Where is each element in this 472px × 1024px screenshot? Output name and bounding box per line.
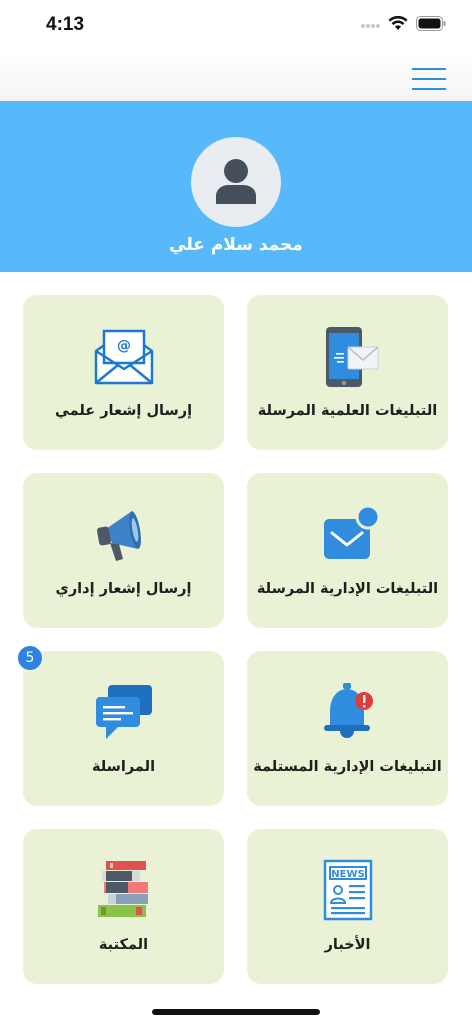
home-indicator	[152, 1009, 320, 1015]
profile-name: محمد سلام علي	[169, 235, 303, 255]
tile-label: التبليغات العلمية المرسلة	[257, 403, 438, 419]
user-icon	[216, 159, 256, 204]
status-bar: 4:13	[0, 0, 472, 54]
status-icons	[360, 16, 446, 31]
tile-received-administrative-notifications[interactable]: التبليغات الإدارية المستلمة	[247, 651, 448, 806]
wifi-icon	[388, 16, 408, 30]
tile-label: الأخبار	[324, 937, 371, 953]
top-bar	[0, 54, 472, 102]
tile-label: التبليغات الإدارية المرسلة	[256, 581, 439, 597]
megaphone-icon	[96, 511, 141, 561]
tile-label: المكتبة	[98, 937, 149, 953]
signal-icon	[361, 23, 380, 28]
newspaper-icon: NEWS	[323, 859, 372, 921]
tile-label: إرسال إشعار إداري	[55, 581, 192, 597]
tile-library[interactable]: المكتبة	[23, 829, 224, 984]
bell-alert-icon	[323, 683, 373, 738]
avatar[interactable]	[191, 137, 281, 227]
tile-send-administrative-notification[interactable]: إرسال إشعار إداري	[23, 473, 224, 628]
tile-label: إرسال إشعار علمي	[54, 403, 193, 419]
menu-line	[412, 88, 446, 90]
tile-news[interactable]: NEWS الأخبار	[247, 829, 448, 984]
envelope-at-icon: @	[94, 329, 153, 385]
tile-label: المراسلة	[91, 759, 156, 775]
menu-line	[412, 78, 446, 80]
profile-header: محمد سلام علي	[0, 101, 472, 272]
unread-count-badge: 5	[18, 646, 42, 670]
svg-text:NEWS: NEWS	[331, 869, 364, 880]
phone-mail-icon	[325, 327, 378, 387]
mail-notification-icon	[323, 504, 380, 559]
tile-send-scientific-notification[interactable]: @ إرسال إشعار علمي	[23, 295, 224, 450]
menu-line	[412, 68, 446, 70]
tile-label: التبليغات الإدارية المستلمة	[253, 759, 442, 775]
svg-text:@: @	[117, 338, 131, 354]
tile-sent-administrative-notifications[interactable]: التبليغات الإدارية المرسلة	[247, 473, 448, 628]
chat-bubbles-icon	[95, 685, 152, 739]
tile-sent-scientific-notifications[interactable]: التبليغات العلمية المرسلة	[247, 295, 448, 450]
books-icon	[97, 861, 148, 917]
battery-icon	[416, 16, 446, 31]
status-time: 4:13	[46, 14, 85, 35]
tile-messaging[interactable]: 5 المراسلة	[18, 646, 224, 806]
menu-button[interactable]	[412, 66, 446, 92]
